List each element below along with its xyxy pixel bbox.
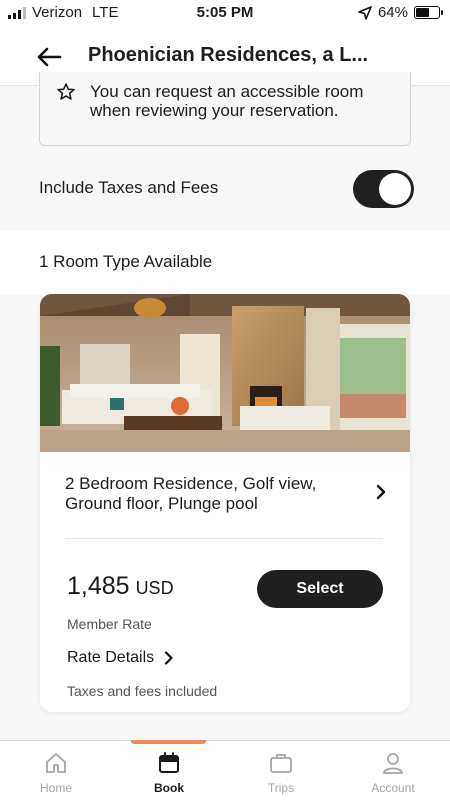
tab-account[interactable]: Account [353, 751, 433, 795]
tab-trips[interactable]: Trips [241, 751, 321, 795]
taxes-toggle-label: Include Taxes and Fees [39, 178, 219, 197]
home-icon [46, 753, 66, 773]
price-currency: USD [135, 578, 174, 598]
taxes-toggle-row: Include Taxes and Fees [0, 150, 450, 230]
briefcase-icon [270, 754, 292, 773]
room-count: 1 Room Type Available [39, 252, 213, 271]
room-photo[interactable] [40, 294, 410, 452]
location-icon [358, 5, 372, 20]
tax-note: Taxes and fees included [67, 683, 218, 699]
tab-book[interactable]: Book [129, 751, 209, 795]
rate-type: Member Rate [67, 616, 152, 632]
price-amount: 1,485 [67, 572, 130, 600]
bottom-tab-bar: Home Book Trips Account [0, 740, 450, 800]
arrow-left-icon[interactable] [34, 42, 64, 72]
chevron-right-icon[interactable] [374, 484, 388, 500]
star-icon [57, 83, 75, 100]
active-tab-indicator [131, 740, 206, 744]
status-bar: Verizon LTE 5:05 PM 64% [0, 0, 450, 28]
taxes-toggle[interactable] [353, 170, 414, 208]
tab-trips-label: Trips [267, 781, 295, 795]
room-price: 1,485 USD [67, 572, 174, 601]
room-count-row: 1 Room Type Available [0, 230, 450, 294]
calendar-icon [159, 752, 179, 773]
tab-home[interactable]: Home [16, 751, 96, 795]
notice-text: You can request an accessible room when … [90, 82, 364, 120]
battery-icon [414, 6, 443, 19]
page-title: Phoenician Residences, a L... [88, 44, 369, 66]
user-icon [383, 753, 403, 774]
tab-account-label: Account [371, 781, 415, 795]
tab-home-label: Home [39, 781, 72, 795]
card-divider [65, 538, 383, 539]
rate-details-label: Rate Details [67, 649, 155, 666]
toggle-knob [379, 173, 411, 205]
status-right: 64% [358, 4, 443, 21]
battery-percent: 64% [377, 4, 408, 21]
room-name[interactable]: 2 Bedroom Residence, Golf view, Ground f… [65, 474, 365, 514]
select-button[interactable]: Select [257, 570, 383, 608]
accessible-room-notice: You can request an accessible room when … [39, 72, 411, 146]
room-card: 2 Bedroom Residence, Golf view, Ground f… [40, 294, 410, 712]
rate-details-link[interactable]: Rate Details [67, 649, 174, 667]
chevron-right-icon [165, 651, 173, 665]
tab-book-label: Book [154, 781, 184, 795]
